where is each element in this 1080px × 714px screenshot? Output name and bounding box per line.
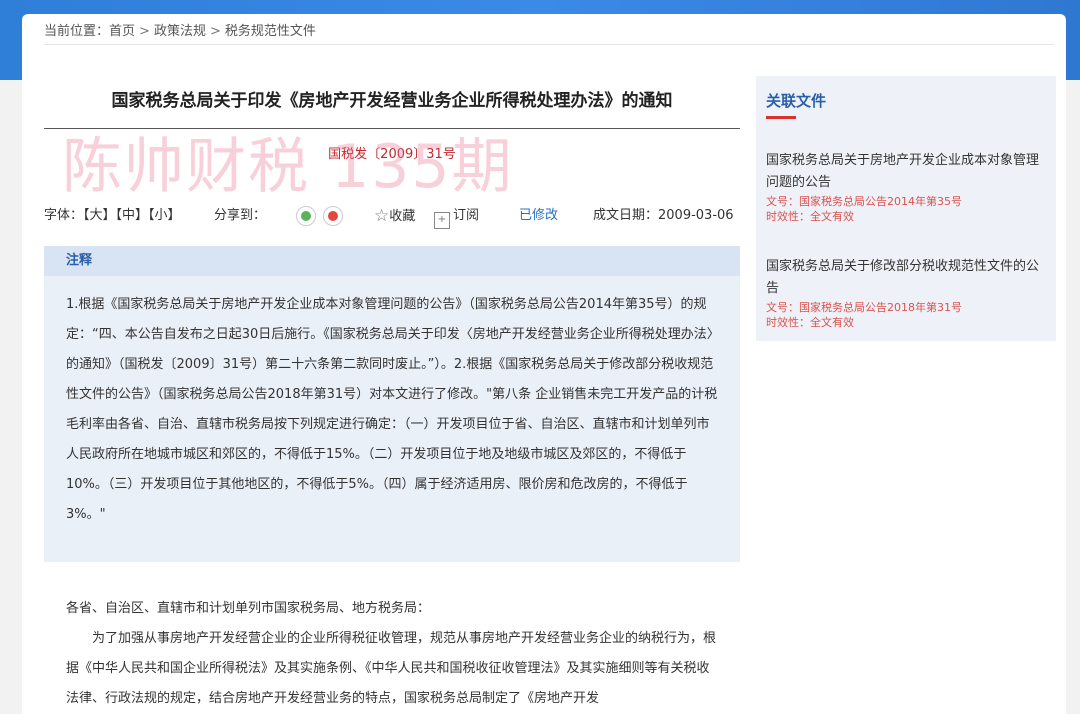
related-doc-link[interactable]: 国家税务总局关于房地产开发企业成本对象管理问题的公告 xyxy=(766,150,1046,194)
body-paragraph: 为了加强从事房地产开发经营企业的企业所得税征收管理，规范从事房地产开发经营业务企… xyxy=(66,631,717,706)
star-icon: ☆ xyxy=(374,206,390,226)
issue-date: 成文日期：2009-03-06 xyxy=(593,204,734,228)
date-value: 2009-03-06 xyxy=(658,208,734,223)
related-docs-title: 关联文件 xyxy=(766,92,827,110)
subscribe-icon: + xyxy=(434,212,450,229)
font-medium-button[interactable]: 【中】 xyxy=(116,208,149,223)
wechat-share-icon[interactable] xyxy=(296,206,316,226)
breadcrumb-policy[interactable]: 政策法规 xyxy=(154,24,206,39)
annotation-text: 1.根据《国家税务总局关于房地产开发企业成本对象管理问题的公告》（国家税务总局公… xyxy=(66,297,718,522)
weibo-share-icon[interactable] xyxy=(323,206,343,226)
article-body: 各省、自治区、直辖市和计划单列市国家税务局、地方税务局： 为了加强从事房地产开发… xyxy=(44,594,740,714)
share-label: 分享到： xyxy=(214,208,267,223)
favorite-label: 收藏 xyxy=(389,209,416,224)
font-size-controls: 字体：【大】【中】【小】 xyxy=(44,204,181,228)
breadcrumb: 当前位置：首页 > 政策法规 > 税务规范性文件 xyxy=(44,22,1054,45)
related-docs-panel: 关联文件 国家税务总局关于房地产开发企业成本对象管理问题的公告 文号：国家税务总… xyxy=(756,76,1056,341)
related-doc-link[interactable]: 国家税务总局关于修改部分税收规范性文件的公告 xyxy=(766,256,1046,300)
font-large-button[interactable]: 【大】 xyxy=(83,208,116,223)
related-doc-number: 文号：国家税务总局公告2014年第35号 xyxy=(766,195,962,208)
related-doc-number: 文号：国家税务总局公告2018年第31号 xyxy=(766,301,962,314)
related-doc-validity: 时效性：全文有效 xyxy=(766,316,854,329)
breadcrumb-separator: > xyxy=(209,24,221,39)
title-underline xyxy=(766,116,796,119)
font-small-button[interactable]: 【小】 xyxy=(148,208,181,223)
page-container: 当前位置：首页 > 政策法规 > 税务规范性文件 国家税务总局关于印发《房地产开发经营业… xyxy=(22,14,1066,714)
salutation: 各省、自治区、直辖市和计划单列市国家税务局、地方税务局： xyxy=(66,601,431,616)
subscribe-label: 订阅 xyxy=(453,208,480,223)
date-label: 成文日期： xyxy=(593,208,659,223)
favorite-button[interactable]: ☆收藏 xyxy=(374,204,415,229)
related-doc-item: 国家税务总局关于房地产开发企业成本对象管理问题的公告 文号：国家税务总局公告20… xyxy=(766,150,1046,224)
breadcrumb-tax-docs[interactable]: 税务规范性文件 xyxy=(225,24,316,39)
breadcrumb-home[interactable]: 首页 xyxy=(109,24,135,39)
modified-link[interactable]: 已修改 xyxy=(519,204,558,228)
annotation-box: 注释 1.根据《国家税务总局关于房地产开发企业成本对象管理问题的公告》（国家税务… xyxy=(44,246,740,562)
article-toolbar: 字体：【大】【中】【小】 分享到： ☆收藏 + 订阅 已修改 成文日期：2009-… xyxy=(44,204,740,229)
article-title: 国家税务总局关于印发《房地产开发经营业务企业所得税处理办法》的通知 xyxy=(44,74,740,129)
doc-number: 国税发〔2009〕31号 xyxy=(328,147,456,162)
breadcrumb-prefix: 当前位置： xyxy=(44,24,110,39)
annotation-heading: 注释 xyxy=(44,246,740,276)
breadcrumb-separator: > xyxy=(139,24,150,39)
article-main: 国家税务总局关于印发《房地产开发经营业务企业所得税处理办法》的通知 国税发〔20… xyxy=(44,74,740,706)
font-label: 字体： xyxy=(44,208,84,223)
subscribe-button[interactable]: + 订阅 xyxy=(434,204,479,229)
related-doc-validity: 时效性：全文有效 xyxy=(766,210,854,223)
related-doc-item: 国家税务总局关于修改部分税收规范性文件的公告 文号：国家税务总局公告2018年第… xyxy=(766,256,1046,330)
